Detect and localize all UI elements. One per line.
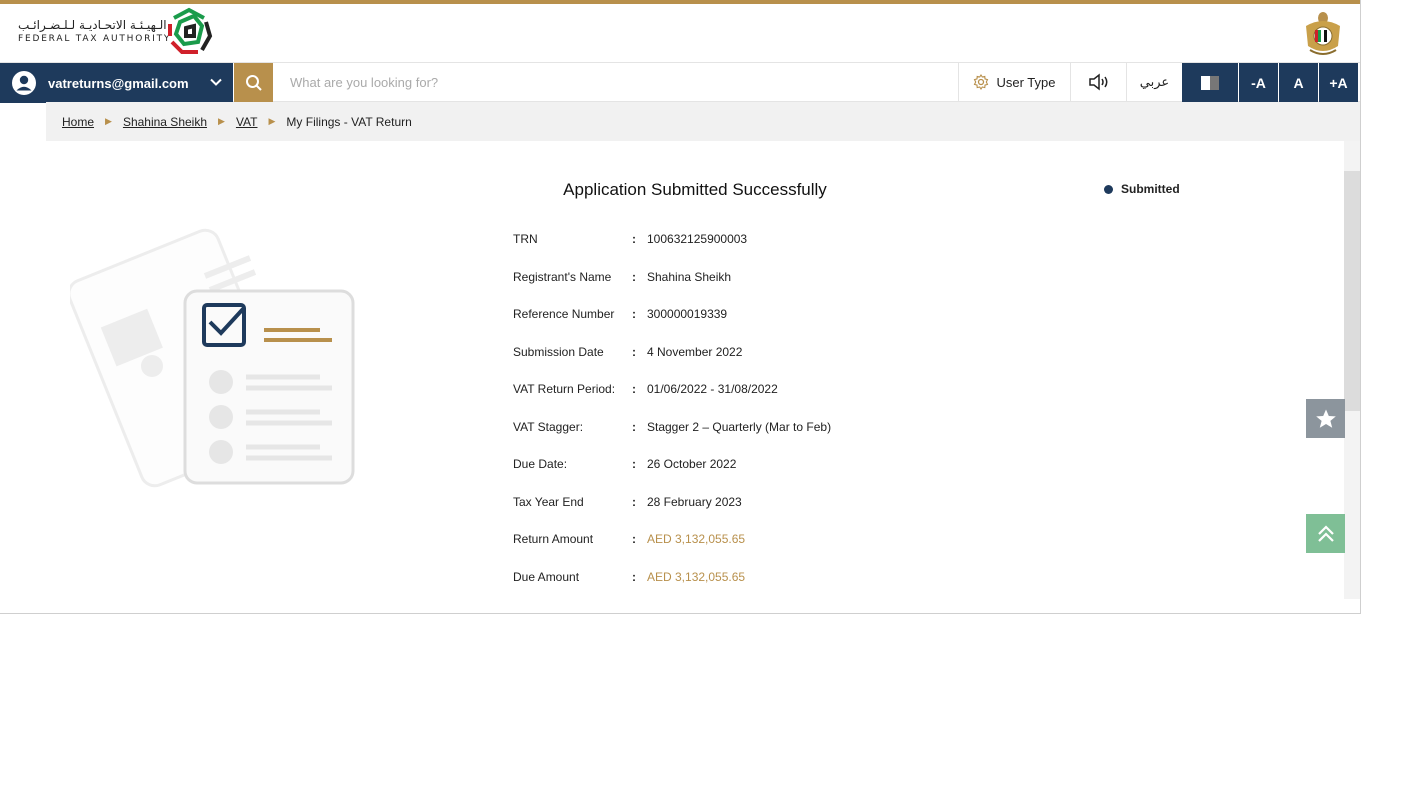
detail-value: 300000019339: [647, 307, 728, 321]
search-input[interactable]: [274, 63, 958, 101]
speaker-icon: [1088, 73, 1107, 91]
detail-colon: :: [632, 232, 636, 246]
user-menu[interactable]: vatreturns@gmail.com: [0, 63, 233, 103]
detail-label: Submission Date: [513, 345, 604, 359]
breadcrumb: Home ▶ Shahina Sheikh ▶ VAT ▶ My Filings…: [46, 102, 1360, 141]
breadcrumb-separator-icon: ▶: [218, 116, 225, 126]
detail-colon: :: [632, 420, 636, 434]
logo-arabic-text: الـهيـئـة الاتحـاديـة لـلـضـرائـب: [18, 18, 167, 32]
detail-value: 26 October 2022: [647, 457, 737, 471]
detail-row-tax-year-end: Tax Year End:28 February 2023: [513, 495, 1013, 515]
detail-colon: :: [632, 307, 636, 321]
detail-label: VAT Return Period:: [513, 382, 616, 396]
search-button[interactable]: [234, 63, 273, 103]
logo-english-text: FEDERAL TAX AUTHORITY: [18, 34, 172, 44]
detail-value: 01/06/2022 - 31/08/2022: [647, 382, 778, 396]
scrollbar-thumb[interactable]: [1344, 171, 1360, 411]
chevron-down-icon[interactable]: [209, 75, 223, 89]
favorite-button[interactable]: [1306, 399, 1345, 438]
detail-value: 28 February 2023: [647, 495, 742, 509]
detail-colon: :: [632, 532, 636, 546]
screen-reader-button[interactable]: [1070, 63, 1126, 101]
detail-row-return-amount: Return Amount: AED 3,132,055.65: [513, 532, 1013, 552]
detail-row-vat-stagger: VAT Stagger:: Stagger 2 – Quarterly (Mar …: [513, 420, 1013, 440]
detail-value: AED 3,132,055.65: [647, 570, 746, 584]
breadcrumb-vat[interactable]: VAT: [236, 115, 258, 129]
detail-value: Shahina Sheikh: [647, 270, 732, 284]
detail-value: 100632125900003: [647, 232, 748, 246]
top-navbar: vatreturns@gmail.com User Type: [0, 62, 1360, 103]
status-dot-icon: [1104, 184, 1113, 194]
fta-logo-icon: [168, 7, 213, 54]
contrast-toggle-button[interactable]: [1182, 63, 1238, 103]
submission-illustration-icon: [70, 228, 355, 488]
font-increase-button[interactable]: +A: [1319, 63, 1358, 103]
detail-colon: :: [632, 382, 636, 396]
detail-colon: :: [632, 270, 636, 284]
detail-label: Due Amount: [513, 570, 580, 584]
detail-label: Registrant's Name: [513, 270, 612, 284]
detail-label: Reference Number: [513, 307, 615, 321]
detail-label: Tax Year End: [513, 495, 584, 509]
detail-colon: :: [632, 495, 636, 509]
detail-label: Return Amount: [513, 532, 594, 546]
font-decrease-button[interactable]: -A: [1239, 63, 1278, 103]
breadcrumb-user[interactable]: Shahina Sheikh: [123, 115, 207, 129]
detail-value: Stagger 2 – Quarterly (Mar to Feb): [647, 420, 832, 434]
site-header: الـهيـئـة الاتحـاديـة لـلـضـرائـب FEDERA…: [0, 4, 1360, 62]
star-icon: [1315, 409, 1336, 428]
breadcrumb-home[interactable]: Home: [62, 115, 94, 129]
status-badge: Submitted: [1104, 182, 1180, 196]
detail-row-registrant-name: Registrant's Name: Shahina Sheikh: [513, 270, 1013, 290]
font-normal-button[interactable]: A: [1279, 63, 1318, 103]
page-title: Application Submitted Successfully: [563, 180, 827, 199]
gear-icon: [974, 74, 989, 90]
detail-value: 4 November 2022: [647, 345, 743, 359]
double-chevron-up-icon: [1317, 524, 1334, 542]
user-email: vatreturns@gmail.com: [48, 75, 189, 91]
uae-emblem-icon: [1306, 12, 1340, 55]
detail-colon: :: [632, 345, 636, 359]
detail-colon: :: [632, 570, 636, 584]
detail-row-due-amount: Due Amount: AED 3,132,055.65: [513, 570, 1013, 590]
detail-row-reference-number: Reference Number:300000019339: [513, 307, 1013, 327]
user-type-button[interactable]: User Type: [958, 63, 1070, 101]
detail-row-trn: TRN:100632125900003: [513, 232, 1013, 252]
user-type-label: User Type: [996, 74, 1056, 90]
scroll-to-top-button[interactable]: [1306, 514, 1345, 553]
detail-row-due-date: Due Date::26 October 2022: [513, 457, 1013, 477]
language-toggle-arabic[interactable]: عربي: [1126, 63, 1182, 101]
search-icon: [245, 75, 262, 91]
detail-row-return-period: VAT Return Period::01/06/2022 - 31/08/20…: [513, 382, 1013, 402]
detail-label: VAT Stagger:: [513, 420, 584, 434]
detail-colon: :: [632, 457, 636, 471]
user-avatar-icon: [12, 71, 36, 95]
detail-label: TRN: [513, 232, 538, 246]
breadcrumb-separator-icon: ▶: [105, 116, 112, 126]
detail-label: Due Date:: [513, 457, 568, 471]
breadcrumb-current: My Filings - VAT Return: [286, 114, 412, 129]
breadcrumb-separator-icon: ▶: [268, 116, 276, 126]
app-window: الـهيـئـة الاتحـاديـة لـلـضـرائـب FEDERA…: [0, 0, 1361, 614]
contrast-icon: [1201, 76, 1219, 90]
detail-value: AED 3,132,055.65: [647, 532, 746, 546]
status-label: Submitted: [1121, 182, 1180, 196]
detail-row-submission-date: Submission Date:4 November 2022: [513, 345, 1013, 365]
